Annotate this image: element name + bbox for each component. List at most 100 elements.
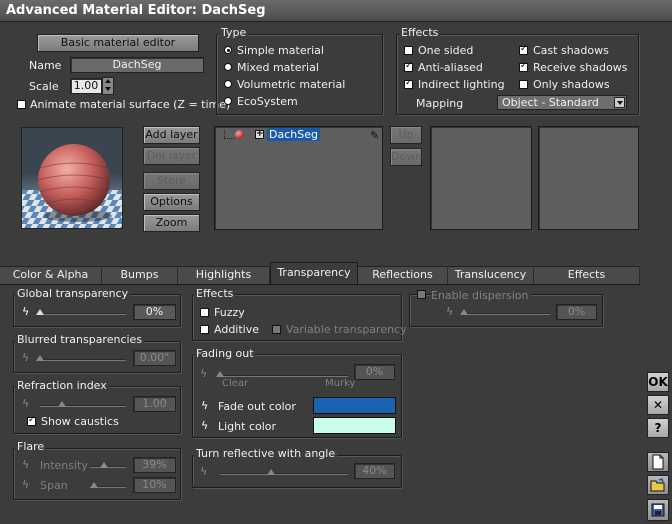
tab-effects[interactable]: Effects xyxy=(534,266,640,284)
scale-label: Scale xyxy=(29,80,59,93)
spin-up-icon[interactable] xyxy=(105,79,111,83)
blurred-field[interactable]: 0.00" xyxy=(133,350,176,366)
preview-sphere-icon xyxy=(22,144,122,228)
fading-field[interactable]: 0% xyxy=(354,364,395,380)
receive-shadows-checkbox[interactable] xyxy=(519,61,528,72)
layer-tree[interactable]: + DachSeg ✎ xyxy=(214,126,383,230)
tab-translucency[interactable]: Translucency xyxy=(448,266,534,284)
lightning-icon[interactable]: ϟ xyxy=(200,368,207,380)
option-ecosystem[interactable]: EcoSystem xyxy=(237,95,298,108)
indirect-lighting-label: Indirect lighting xyxy=(418,78,505,91)
lightning-icon[interactable]: ϟ xyxy=(22,479,29,491)
store-button[interactable]: Store xyxy=(143,172,200,190)
refraction-thumb[interactable] xyxy=(57,401,66,407)
options-button[interactable]: Options xyxy=(143,193,200,211)
show-caustics-checkbox[interactable] xyxy=(27,415,36,426)
radio-simple[interactable] xyxy=(224,46,232,54)
global-transparency-field[interactable]: 0% xyxy=(133,304,176,320)
reflective-title: Turn reflective with angle xyxy=(194,447,338,460)
tab-highlights[interactable]: Highlights xyxy=(178,266,270,284)
refraction-field[interactable]: 1.00 xyxy=(133,396,176,412)
tab-reflections[interactable]: Reflections xyxy=(358,266,448,284)
new-document-icon[interactable] xyxy=(647,452,669,472)
only-shadows-label: Only shadows xyxy=(533,78,610,91)
scale-spinner[interactable] xyxy=(102,77,114,95)
radio-mixed[interactable] xyxy=(224,63,232,71)
variable-transparency-checkbox[interactable] xyxy=(272,325,281,334)
lightning-icon[interactable]: ϟ xyxy=(446,306,453,318)
open-folder-icon[interactable] xyxy=(647,475,669,495)
mapping-dropdown[interactable]: Object - Standard xyxy=(497,95,627,110)
up-button[interactable]: Up xyxy=(390,126,422,144)
anti-aliased-checkbox[interactable] xyxy=(404,61,413,72)
radio-volumetric[interactable] xyxy=(224,80,232,88)
reflective-slider[interactable] xyxy=(220,473,348,475)
lightning-icon[interactable]: ϟ xyxy=(22,352,29,364)
additive-checkbox[interactable] xyxy=(200,325,209,334)
fuzzy-checkbox[interactable] xyxy=(200,308,209,317)
lightning-icon[interactable]: ϟ xyxy=(22,459,29,471)
lightning-icon[interactable]: ϟ xyxy=(22,306,29,318)
radio-ecosystem[interactable] xyxy=(224,97,232,105)
receive-shadows-label: Receive shadows xyxy=(533,61,628,74)
dispersion-field[interactable]: 0% xyxy=(556,304,597,320)
lightning-icon[interactable]: ϟ xyxy=(22,398,29,410)
global-transparency-thumb[interactable] xyxy=(36,309,44,315)
add-layer-button[interactable]: Add layer xyxy=(143,126,200,144)
only-shadows-checkbox[interactable] xyxy=(519,80,528,89)
zoom-button[interactable]: Zoom xyxy=(143,214,200,232)
span-thumb[interactable] xyxy=(89,482,98,488)
fade-color-swatch[interactable] xyxy=(313,397,396,414)
refraction-title: Refraction index xyxy=(15,379,109,392)
material-preview xyxy=(21,127,123,229)
option-volumetric[interactable]: Volumetric material xyxy=(237,78,345,91)
expand-icon[interactable]: + xyxy=(255,130,264,139)
help-button[interactable]: ? xyxy=(647,418,669,438)
one-sided-label: One sided xyxy=(418,44,474,57)
intensity-field[interactable]: 39% xyxy=(133,457,176,473)
down-button[interactable]: Down xyxy=(390,148,422,166)
close-button[interactable]: ✕ xyxy=(647,395,669,415)
global-transparency-slider[interactable] xyxy=(40,313,126,315)
tree-item-dachseg[interactable]: DachSeg xyxy=(267,128,320,141)
one-sided-checkbox[interactable] xyxy=(404,46,413,55)
basic-material-editor-button[interactable]: Basic material editor xyxy=(37,34,199,52)
light-color-swatch[interactable] xyxy=(313,417,396,434)
flare-title: Flare xyxy=(15,440,47,453)
ok-button[interactable]: OK xyxy=(647,372,669,392)
option-simple[interactable]: Simple material xyxy=(237,44,324,57)
reflective-thumb[interactable] xyxy=(267,469,276,475)
mapping-value: Object - Standard xyxy=(502,96,599,109)
option-mixed[interactable]: Mixed material xyxy=(237,61,319,74)
enable-dispersion-checkbox[interactable] xyxy=(417,290,426,299)
scale-field[interactable]: 1.00 xyxy=(70,78,102,94)
dispersion-thumb[interactable] xyxy=(460,309,468,315)
layer-preview-panel-2 xyxy=(538,126,639,230)
chevron-down-icon[interactable] xyxy=(614,97,625,108)
save-disk-icon[interactable] xyxy=(647,499,669,521)
lightning-icon[interactable]: ϟ xyxy=(200,466,207,478)
lightning-icon[interactable]: ϟ xyxy=(201,400,208,412)
blurred-thumb[interactable] xyxy=(36,355,44,361)
intensity-thumb[interactable] xyxy=(100,462,109,468)
span-field[interactable]: 10% xyxy=(133,477,176,493)
edit-pencil-icon[interactable]: ✎ xyxy=(370,129,379,142)
reflective-field[interactable]: 40% xyxy=(354,463,395,479)
cast-shadows-checkbox[interactable] xyxy=(519,44,528,55)
lightning-icon[interactable]: ϟ xyxy=(201,420,208,432)
indirect-lighting-checkbox[interactable] xyxy=(404,78,413,89)
animate-label: Animate material surface (Z = time) xyxy=(30,98,231,111)
name-field[interactable]: DachSeg xyxy=(70,57,204,73)
dispersion-slider[interactable] xyxy=(464,313,550,315)
del-layer-button[interactable]: Del layer xyxy=(143,147,200,165)
blurred-slider[interactable] xyxy=(40,359,126,361)
fuzzy-label: Fuzzy xyxy=(214,306,245,319)
tab-bumps[interactable]: Bumps xyxy=(102,266,178,284)
window-title: Advanced Material Editor: DachSeg xyxy=(6,3,266,18)
tab-color-alpha[interactable]: Color & Alpha xyxy=(0,266,102,284)
spin-down-icon[interactable] xyxy=(105,87,111,91)
tab-transparency[interactable]: Transparency xyxy=(270,262,358,284)
title-bar: Advanced Material Editor: DachSeg xyxy=(0,0,672,22)
refraction-slider[interactable] xyxy=(40,405,126,407)
animate-checkbox[interactable] xyxy=(17,100,26,109)
